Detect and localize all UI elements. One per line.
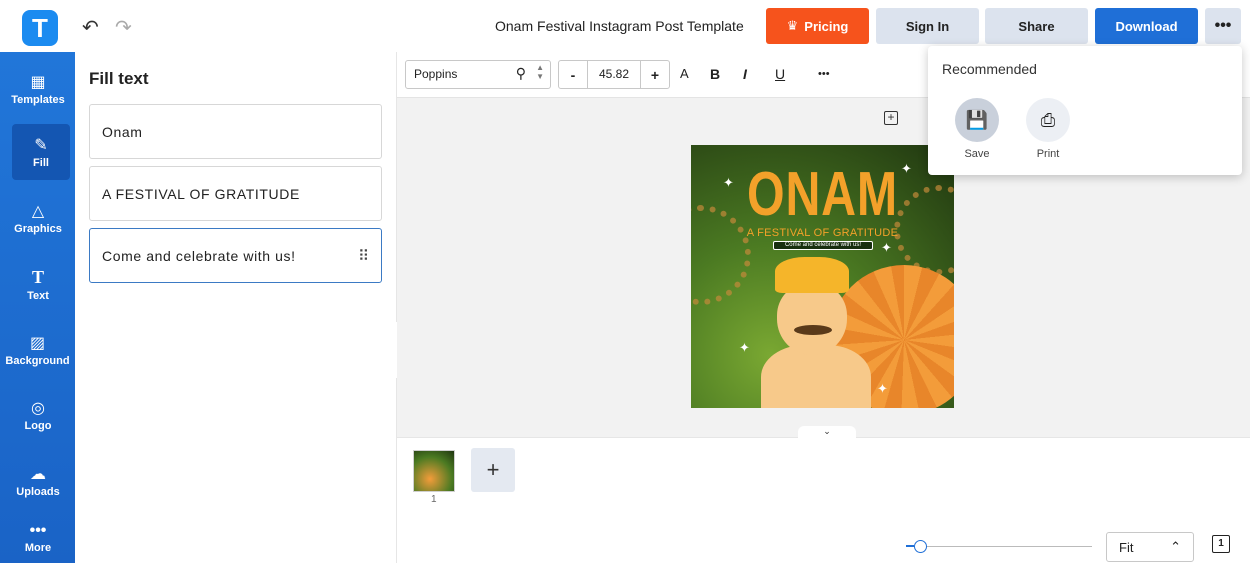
cloud-upload-icon: ☁ xyxy=(30,466,46,483)
app-logo[interactable]: T xyxy=(22,10,58,46)
zoom-fit-select[interactable]: Fit ⌃ xyxy=(1106,532,1194,562)
bold-button[interactable]: B xyxy=(710,66,720,82)
sign-in-button[interactable]: Sign In xyxy=(876,8,979,44)
save-button[interactable]: 💾 Save xyxy=(942,98,1012,160)
king-face-illustration xyxy=(777,283,847,355)
print-icon: ⎙ xyxy=(1026,98,1070,142)
sidebar-item-text[interactable]: T Text xyxy=(4,256,72,312)
poster-tagline[interactable]: Come and celebrate with us! xyxy=(773,241,873,250)
sidebar-item-graphics[interactable]: △ Graphics xyxy=(4,190,72,246)
more-text-options-button[interactable]: ••• xyxy=(818,68,830,80)
underline-button[interactable]: U xyxy=(775,66,785,82)
page-count-icon[interactable]: 1 xyxy=(1212,535,1230,553)
search-icon: ⚲ xyxy=(515,65,526,81)
design-canvas[interactable]: ✦ ✦ ✦ ✦ ✦ ONAM A FESTIVAL OF GRATITUDE C… xyxy=(691,145,954,408)
sidebar: ▦ Templates ✎ Fill △ Graphics T Text ▨ B… xyxy=(0,52,75,563)
text-field-2[interactable]: A FESTIVAL OF GRATITUDE xyxy=(89,166,382,221)
font-family-select[interactable]: Poppins ⚲ ▲ ▼ xyxy=(405,60,551,89)
italic-button[interactable]: I xyxy=(743,66,747,82)
page-number: 1 xyxy=(431,494,437,505)
sparkle-icon: ✦ xyxy=(739,340,750,355)
fill-text-panel: Fill text Onam A FESTIVAL OF GRATITUDE C… xyxy=(75,52,397,563)
page-thumbnail[interactable] xyxy=(413,450,455,492)
poster-title[interactable]: ONAM xyxy=(720,159,925,230)
templates-icon: ▦ xyxy=(30,74,46,91)
text-icon: T xyxy=(31,266,44,287)
logo-icon: ◎ xyxy=(31,400,45,417)
sidebar-item-logo[interactable]: ◎ Logo xyxy=(4,387,72,443)
drag-handle-icon[interactable]: ⠿ xyxy=(358,247,369,265)
save-icon: 💾 xyxy=(955,98,999,142)
sparkle-icon: ✦ xyxy=(877,381,888,396)
add-page-button[interactable]: + xyxy=(471,448,515,492)
background-icon: ▨ xyxy=(29,335,46,352)
pricing-button[interactable]: ♛ Pricing xyxy=(766,8,869,44)
more-options-popover: Recommended 💾 Save ⎙ Print xyxy=(928,46,1242,175)
mustache-illustration xyxy=(794,325,832,335)
crown-illustration xyxy=(775,257,849,293)
font-spinner-icon[interactable]: ▲ ▼ xyxy=(536,63,544,81)
font-size-input[interactable]: 45.82 xyxy=(587,61,641,88)
sidebar-item-more[interactable]: ••• More xyxy=(4,514,72,562)
download-button[interactable]: Download xyxy=(1095,8,1198,44)
document-title[interactable]: Onam Festival Instagram Post Template xyxy=(495,18,744,34)
undo-icon[interactable]: ↶ xyxy=(82,15,99,40)
sidebar-item-templates[interactable]: ▦ Templates xyxy=(4,61,72,117)
sidebar-item-background[interactable]: ▨ Background xyxy=(0,322,75,378)
pages-toggle-chevron-icon[interactable]: ⌄ xyxy=(798,426,856,439)
popover-title: Recommended xyxy=(942,61,1037,77)
top-bar: T ↶ ↷ Onam Festival Instagram Post Templ… xyxy=(0,0,1250,52)
crown-icon: ♛ xyxy=(786,18,799,33)
text-field-1[interactable]: Onam xyxy=(89,104,382,159)
sidebar-item-uploads[interactable]: ☁ Uploads xyxy=(4,453,72,509)
zoom-slider-track[interactable] xyxy=(912,546,1092,547)
redo-icon[interactable]: ↷ xyxy=(115,15,132,40)
pricing-label: Pricing xyxy=(804,18,849,34)
share-button[interactable]: Share xyxy=(985,8,1088,44)
chevron-up-icon: ⌃ xyxy=(1170,539,1181,554)
zoom-slider-fill xyxy=(906,545,914,547)
sparkle-icon: ✦ xyxy=(881,240,892,255)
pencil-icon: ✎ xyxy=(34,137,48,154)
shapes-icon: △ xyxy=(31,203,45,220)
sidebar-item-fill[interactable]: ✎ Fill xyxy=(12,124,70,180)
more-icon: ••• xyxy=(29,522,47,539)
add-element-icon[interactable]: + xyxy=(884,111,898,125)
font-size-decrease-button[interactable]: - xyxy=(559,67,587,83)
text-color-button[interactable]: A xyxy=(680,66,689,81)
print-button[interactable]: ⎙ Print xyxy=(1013,98,1083,160)
font-size-control: - 45.82 + xyxy=(558,60,670,89)
panel-title: Fill text xyxy=(89,69,149,88)
text-field-3[interactable]: Come and celebrate with us! ⠿ xyxy=(89,228,382,283)
zoom-slider-handle[interactable] xyxy=(914,540,927,553)
more-options-button[interactable]: ••• xyxy=(1205,8,1241,44)
poster-subtitle[interactable]: A FESTIVAL OF GRATITUDE xyxy=(691,227,954,239)
font-size-increase-button[interactable]: + xyxy=(641,67,669,83)
